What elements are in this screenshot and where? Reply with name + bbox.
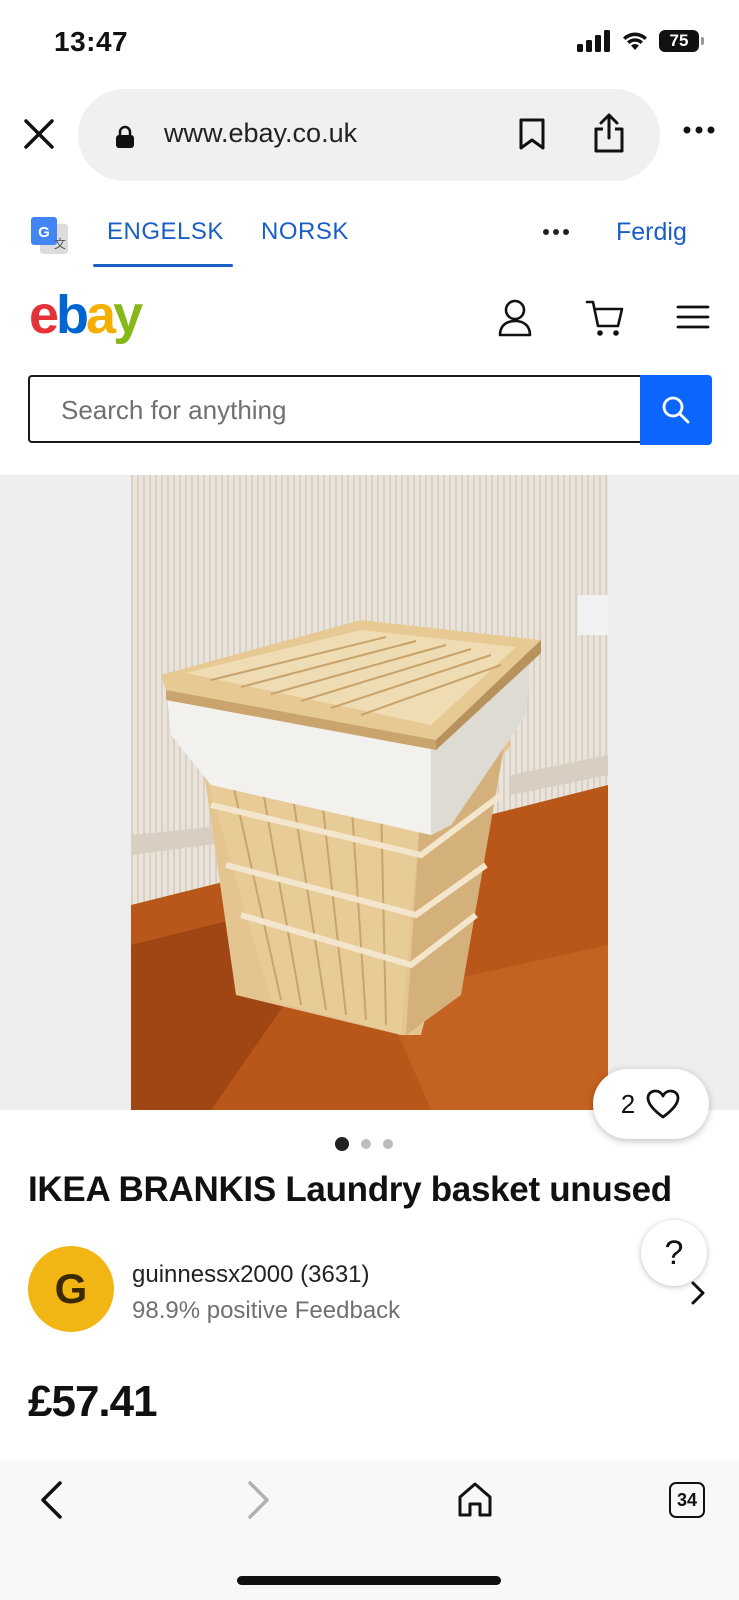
active-tab-indicator [93,264,233,267]
image-gallery[interactable] [0,475,739,1110]
back-icon[interactable] [38,1480,64,1520]
more-icon[interactable] [683,126,715,134]
watch-count: 2 [620,1088,636,1119]
listing-title: IKEA BRANKIS Laundry basket unused [28,1170,672,1209]
svg-text:G: G [38,224,50,241]
search-icon [662,396,690,424]
seller-name[interactable]: guinnessx2000 (3631) [132,1261,370,1289]
menu-icon[interactable] [676,304,710,330]
cart-icon[interactable] [585,298,625,338]
seller-feedback: 98.9% positive Feedback [132,1297,401,1324]
bookmark-icon[interactable] [518,117,546,151]
help-button[interactable]: ? [641,1220,707,1286]
pagination-dot[interactable] [383,1139,393,1149]
tabs-icon[interactable]: 34 [669,1482,705,1518]
ebay-logo[interactable]: ebay [29,288,143,342]
close-icon[interactable] [20,115,58,153]
google-translate-icon[interactable]: G 文 [30,216,70,256]
share-icon[interactable] [592,112,626,154]
forward-icon[interactable] [246,1480,272,1520]
lock-icon [116,125,134,148]
price: £57.41 [28,1377,158,1426]
battery-icon: 75 [659,30,704,52]
home-indicator[interactable] [237,1576,501,1585]
watch-button[interactable]: 2 [593,1069,709,1139]
done-button[interactable]: Ferdig [616,218,687,247]
heart-icon [646,1089,680,1119]
svg-text:文: 文 [54,236,66,251]
search-placeholder[interactable]: Search for anything [61,395,286,426]
user-icon[interactable] [497,298,533,338]
pagination-dot[interactable] [361,1139,371,1149]
seller-avatar[interactable]: G [28,1246,114,1332]
cellular-signal-icon [577,30,610,52]
translate-more-icon[interactable] [542,228,570,236]
status-icons: 75 [577,30,704,52]
status-time: 13:47 [54,26,129,57]
product-photo[interactable] [131,475,608,1110]
tab-engelsk[interactable]: ENGELSK [107,218,224,246]
url-text[interactable]: www.ebay.co.uk [164,118,357,149]
gallery-pagination [335,1137,393,1151]
wifi-icon [623,32,647,50]
search-button[interactable] [640,375,712,445]
pagination-dot-active[interactable] [335,1137,349,1151]
tab-norsk[interactable]: NORSK [261,218,349,246]
chevron-right-icon[interactable] [690,1280,706,1306]
home-icon[interactable] [456,1480,494,1518]
